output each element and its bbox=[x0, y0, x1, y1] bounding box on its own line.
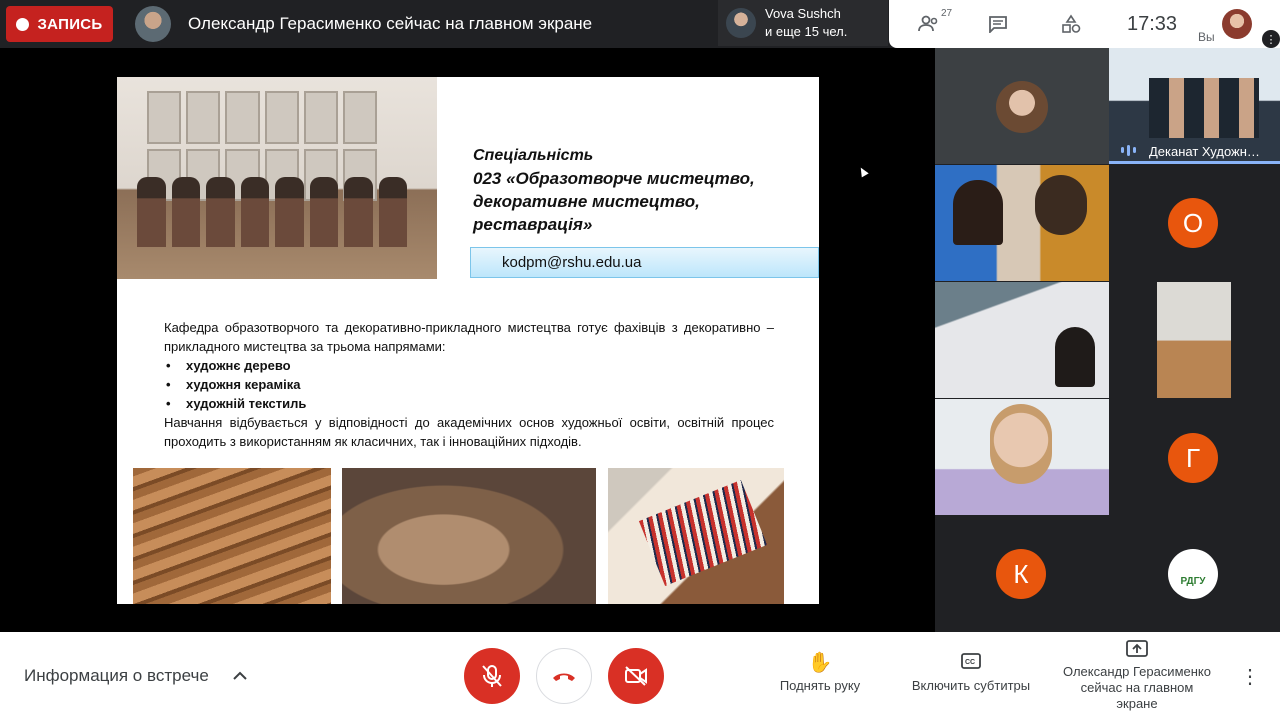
email-address: kodpm@rshu.edu.ua bbox=[502, 254, 642, 271]
university-logo-avatar[interactable]: РДГУ bbox=[1168, 549, 1218, 599]
camera-off-icon bbox=[625, 666, 647, 686]
presenting-line1: Олександр Герасименко bbox=[1063, 664, 1211, 679]
raise-hand-button[interactable]: ✋ Поднять руку bbox=[770, 648, 870, 693]
leave-call-button[interactable] bbox=[536, 648, 592, 704]
group-photo bbox=[117, 77, 437, 279]
presentation-button[interactable]: Олександр Герасименко сейчас на главном … bbox=[1052, 640, 1222, 712]
participant-tile[interactable] bbox=[1157, 282, 1231, 398]
people-icon[interactable] bbox=[917, 12, 941, 36]
ceramics-photo bbox=[342, 468, 596, 604]
paragraph-education: Навчання відбувається у відповідності до… bbox=[164, 415, 774, 449]
specialty-name-line3: реставрація» bbox=[473, 215, 593, 234]
meeting-tools: 27 17:33 bbox=[889, 0, 1204, 48]
students-group bbox=[137, 167, 407, 247]
top-bar: ЗАПИСЬ Олександр Герасименко сейчас на г… bbox=[0, 0, 1280, 48]
participant-tile[interactable] bbox=[935, 282, 1109, 398]
bottom-bar: Информация о встрече ✋ Поднять руку CC В… bbox=[0, 632, 1280, 720]
participant-avatar bbox=[726, 8, 756, 38]
participant-video bbox=[990, 404, 1052, 484]
participant-video bbox=[1149, 78, 1259, 138]
chevron-up-icon[interactable] bbox=[233, 668, 247, 686]
participant-video bbox=[1035, 175, 1087, 235]
meeting-info-button[interactable]: Информация о встрече bbox=[24, 666, 209, 686]
participant-name: Деканат Художн… bbox=[1149, 144, 1260, 159]
specialty-name-line2: декоративне мистецтво, bbox=[473, 192, 700, 211]
participant-tile[interactable] bbox=[935, 48, 1109, 164]
captions-button[interactable]: CC Включить субтитры bbox=[900, 648, 1042, 693]
presenting-line2: сейчас на главном bbox=[1080, 680, 1194, 695]
list-item: художній текстиль bbox=[166, 394, 774, 413]
chat-icon[interactable] bbox=[986, 12, 1010, 36]
specialty-name-line1: 023 «Образотворче мистецтво, bbox=[473, 169, 755, 188]
specialty-title: Спеціальність bbox=[473, 147, 594, 164]
self-avatar bbox=[1222, 9, 1252, 39]
participant-avatar bbox=[996, 81, 1048, 133]
participants-count: 27 bbox=[941, 8, 953, 19]
participant-tile[interactable] bbox=[935, 399, 1109, 515]
paragraph-intro: Кафедра образотворчого та декоративно-пр… bbox=[164, 320, 774, 354]
captions-label: Включить субтитры bbox=[911, 678, 1031, 693]
others-count: и еще 15 чел. bbox=[765, 24, 848, 39]
microphone-toggle-button[interactable] bbox=[464, 648, 520, 704]
speaking-indicator-icon bbox=[1121, 144, 1137, 156]
wood-carving-photo bbox=[133, 468, 331, 604]
speaking-name: Vova Sushch bbox=[765, 6, 841, 21]
more-options-icon[interactable]: ⋮ bbox=[1240, 664, 1260, 689]
participant-video bbox=[1055, 327, 1095, 387]
active-speaker-bar bbox=[1109, 161, 1280, 164]
svg-text:CC: CC bbox=[965, 659, 975, 666]
participant-tile-dekanat[interactable]: Деканат Художн… bbox=[1109, 48, 1280, 164]
directions-list: художнє дерево художня кераміка художній… bbox=[164, 356, 774, 413]
presenting-line3: экране bbox=[1116, 696, 1158, 711]
list-item: художня кераміка bbox=[166, 375, 774, 394]
participant-avatar-o[interactable]: О bbox=[1168, 198, 1218, 248]
raise-hand-label: Поднять руку bbox=[779, 678, 861, 693]
self-view[interactable]: Вы ⋮ bbox=[1198, 0, 1280, 48]
record-dot-icon bbox=[16, 17, 30, 31]
captions-icon: CC bbox=[900, 648, 1042, 678]
presenting-status: Олександр Герасименко сейчас на главном … bbox=[188, 14, 593, 33]
self-label: Вы bbox=[1198, 30, 1215, 44]
textile-weaving-photo bbox=[608, 468, 784, 604]
specialty-block: Спеціальність 023 «Образотворче мистецтв… bbox=[473, 145, 803, 236]
mic-off-icon bbox=[482, 665, 502, 687]
more-icon[interactable]: ⋮ bbox=[1262, 30, 1280, 48]
present-screen-icon bbox=[1052, 640, 1222, 664]
recording-badge[interactable]: ЗАПИСЬ bbox=[6, 6, 113, 42]
list-item: художнє дерево bbox=[166, 356, 774, 375]
email-box: kodpm@rshu.edu.ua bbox=[470, 247, 819, 278]
hang-up-icon bbox=[553, 673, 575, 681]
speaking-participants[interactable]: Vova Sushch и еще 15 чел. bbox=[718, 0, 888, 46]
recording-label: ЗАПИСЬ bbox=[37, 15, 103, 33]
participant-avatar-k[interactable]: К bbox=[996, 549, 1046, 599]
participant-video bbox=[953, 180, 1003, 245]
hand-icon: ✋ bbox=[807, 652, 833, 674]
presented-slide: Спеціальність 023 «Образотворче мистецтв… bbox=[117, 77, 819, 604]
camera-toggle-button[interactable] bbox=[608, 648, 664, 704]
clock: 17:33 bbox=[1127, 13, 1178, 35]
slide-body: Кафедра образотворчого та декоративно-пр… bbox=[164, 318, 774, 451]
participant-avatar-g[interactable]: Г bbox=[1168, 433, 1218, 483]
logo-text: РДГУ bbox=[1180, 575, 1206, 587]
participant-tile[interactable] bbox=[935, 165, 1109, 281]
presenter-avatar bbox=[135, 6, 171, 42]
activities-icon[interactable] bbox=[1059, 12, 1083, 36]
